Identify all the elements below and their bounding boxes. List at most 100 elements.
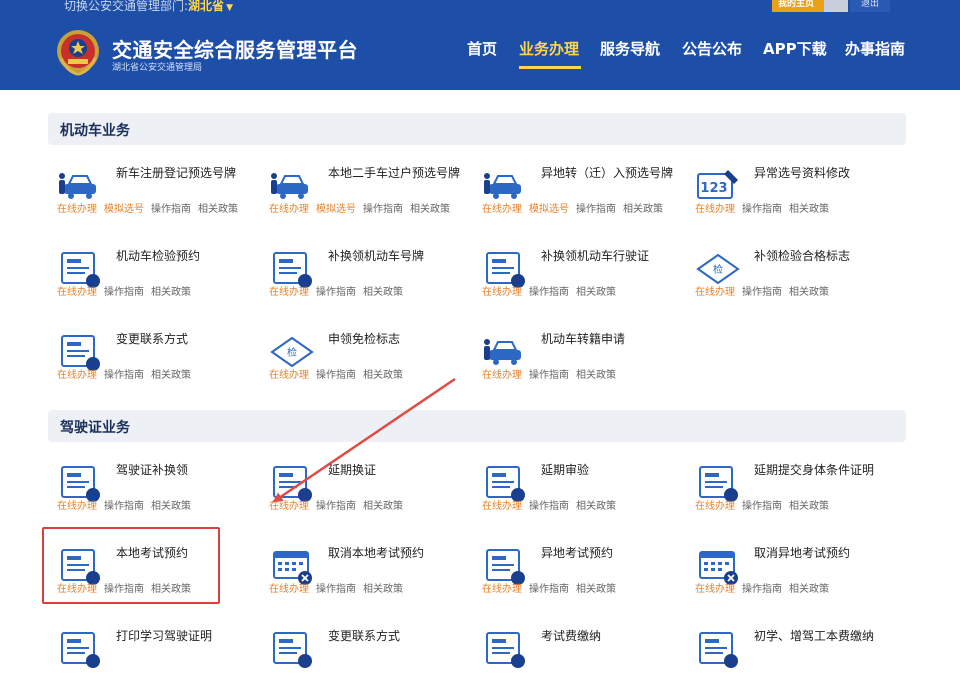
policy-link[interactable]: 相关政策 [410, 204, 450, 215]
mock-select-link[interactable]: 模拟选号 [316, 204, 356, 215]
policy-link[interactable]: 相关政策 [576, 370, 616, 381]
guide-link[interactable]: 操作指南 [151, 204, 191, 215]
policy-link[interactable]: 相关政策 [576, 584, 616, 595]
policy-link[interactable]: 相关政策 [789, 287, 829, 298]
policy-link[interactable]: 相关政策 [576, 287, 616, 298]
guide-link[interactable]: 操作指南 [742, 501, 782, 512]
nav-app-download[interactable]: APP下载 [763, 38, 827, 59]
mock-select-link[interactable]: 模拟选号 [529, 204, 569, 215]
service-item[interactable]: 延期审验在线办理 操作指南 相关政策 [475, 457, 685, 527]
service-name[interactable]: 补换领机动车行驶证 [541, 248, 681, 265]
policy-link[interactable]: 相关政策 [151, 501, 191, 512]
service-item[interactable]: 补换领机动车号牌在线办理 操作指南 相关政策 [262, 243, 472, 313]
online-handle-link[interactable]: 在线办理 [695, 501, 735, 512]
online-handle-link[interactable]: 在线办理 [695, 287, 735, 298]
service-name[interactable]: 补领检验合格标志 [754, 248, 894, 265]
policy-link[interactable]: 相关政策 [151, 287, 191, 298]
service-name[interactable]: 变更联系方式 [328, 628, 468, 645]
service-name[interactable]: 延期提交身体条件证明 [754, 462, 894, 479]
guide-link[interactable]: 操作指南 [316, 287, 356, 298]
nav-guide[interactable]: 办事指南 [845, 38, 905, 59]
service-item[interactable]: 延期换证 在线办理 操作指南 相关政策 [262, 457, 472, 527]
policy-link[interactable]: 相关政策 [576, 501, 616, 512]
service-item[interactable]: 新车注册登记预选号牌在线办理 模拟选号 操作指南 相关政策 [50, 160, 260, 230]
service-name[interactable]: 异地转（迁）入预选号牌 [541, 165, 681, 182]
online-handle-link[interactable]: 在线办理 [269, 204, 309, 215]
service-item[interactable]: 驾驶证补换领 在线办理 操作指南 相关政策 [50, 457, 260, 527]
service-name[interactable]: 机动车检验预约 [116, 248, 256, 265]
service-item[interactable]: 延期提交身体条件证明在线办理 操作指南 相关政策 [688, 457, 898, 527]
nav-home[interactable]: 首页 [467, 38, 497, 59]
guide-link[interactable]: 操作指南 [742, 204, 782, 215]
service-item[interactable]: 本地二手车过户预选号牌 在线办理 模拟选号 操作指南 相关政策 [262, 160, 472, 230]
service-name[interactable]: 变更联系方式 [116, 331, 256, 348]
guide-link[interactable]: 操作指南 [529, 287, 569, 298]
service-name[interactable]: 补换领机动车号牌 [328, 248, 468, 265]
online-handle-link[interactable]: 在线办理 [695, 204, 735, 215]
service-name[interactable]: 考试费缴纳 [541, 628, 681, 645]
service-item[interactable]: 考试费缴纳 [475, 623, 685, 693]
guide-link[interactable]: 操作指南 [316, 501, 356, 512]
service-name[interactable]: 延期审验 [541, 462, 681, 479]
policy-link[interactable]: 相关政策 [623, 204, 663, 215]
policy-link[interactable]: 相关政策 [789, 584, 829, 595]
service-item[interactable]: 变更联系方式 [262, 623, 472, 693]
service-item[interactable]: 取消异地考试预约在线办理 操作指南 相关政策 [688, 540, 898, 610]
service-item[interactable]: 机动车检验预约在线办理 操作指南 相关政策 [50, 243, 260, 313]
online-handle-link[interactable]: 在线办理 [482, 204, 522, 215]
service-name[interactable]: 取消异地考试预约 [754, 545, 894, 562]
service-name[interactable]: 异地考试预约 [541, 545, 681, 562]
online-handle-link[interactable]: 在线办理 [482, 501, 522, 512]
online-handle-link[interactable]: 在线办理 [57, 287, 97, 298]
service-item[interactable]: 异地转（迁）入预选号牌在线办理 模拟选号 操作指南 相关政策 [475, 160, 685, 230]
service-item[interactable]: 机动车转籍申请 在线办理 操作指南 相关政策 [475, 326, 685, 396]
online-handle-link[interactable]: 在线办理 [57, 204, 97, 215]
service-name[interactable]: 打印学习驾驶证明 [116, 628, 256, 645]
dept-switcher[interactable]: 切换公安交通管理部门:湖北省 ▼ [64, 0, 233, 14]
policy-link[interactable]: 相关政策 [363, 287, 403, 298]
online-handle-link[interactable]: 在线办理 [57, 501, 97, 512]
online-handle-link[interactable]: 在线办理 [57, 370, 97, 381]
nav-business[interactable]: 业务办理 [519, 38, 579, 59]
policy-link[interactable]: 相关政策 [151, 370, 191, 381]
online-handle-link[interactable]: 在线办理 [695, 584, 735, 595]
online-handle-link[interactable]: 在线办理 [482, 287, 522, 298]
service-item[interactable]: 变更联系方式在线办理 操作指南 相关政策 [50, 326, 260, 396]
service-item[interactable]: 取消本地考试预约在线办理 操作指南 相关政策 [262, 540, 472, 610]
guide-link[interactable]: 操作指南 [363, 204, 403, 215]
policy-link[interactable]: 相关政策 [789, 501, 829, 512]
policy-link[interactable]: 相关政策 [363, 584, 403, 595]
online-handle-link[interactable]: 在线办理 [269, 370, 309, 381]
service-name[interactable]: 取消本地考试预约 [328, 545, 468, 562]
nav-announcements[interactable]: 公告公布 [682, 38, 742, 59]
online-handle-link[interactable]: 在线办理 [269, 584, 309, 595]
nav-service-guide[interactable]: 服务导航 [600, 38, 660, 59]
online-handle-link[interactable]: 在线办理 [482, 584, 522, 595]
my-home-button[interactable]: 我的主页 [772, 0, 848, 12]
online-handle-link[interactable]: 在线办理 [269, 501, 309, 512]
guide-link[interactable]: 操作指南 [576, 204, 616, 215]
dept-value[interactable]: 湖北省 [188, 0, 224, 13]
caret-down-icon[interactable]: ▼ [226, 3, 233, 13]
guide-link[interactable]: 操作指南 [104, 287, 144, 298]
guide-link[interactable]: 操作指南 [529, 501, 569, 512]
online-handle-link[interactable]: 在线办理 [269, 287, 309, 298]
logout-button[interactable]: 退出 [850, 0, 890, 12]
service-item[interactable]: 123 异常选号资料修改 在线办理 操作指南 相关政策 [688, 160, 898, 230]
service-item[interactable]: 初学、增驾工本费缴纳 [688, 623, 898, 693]
service-item[interactable]: 检 补领检验合格标志 在线办理 操作指南 相关政策 [688, 243, 898, 313]
policy-link[interactable]: 相关政策 [363, 501, 403, 512]
guide-link[interactable]: 操作指南 [104, 501, 144, 512]
guide-link[interactable]: 操作指南 [104, 370, 144, 381]
service-item[interactable]: 打印学习驾驶证明 [50, 623, 260, 693]
service-item[interactable]: 异地考试预约在线办理 操作指南 相关政策 [475, 540, 685, 610]
mock-select-link[interactable]: 模拟选号 [104, 204, 144, 215]
guide-link[interactable]: 操作指南 [529, 370, 569, 381]
service-name[interactable]: 新车注册登记预选号牌 [116, 165, 256, 182]
policy-link[interactable]: 相关政策 [363, 370, 403, 381]
policy-link[interactable]: 相关政策 [789, 204, 829, 215]
guide-link[interactable]: 操作指南 [742, 584, 782, 595]
policy-link[interactable]: 相关政策 [198, 204, 238, 215]
guide-link[interactable]: 操作指南 [529, 584, 569, 595]
guide-link[interactable]: 操作指南 [316, 584, 356, 595]
